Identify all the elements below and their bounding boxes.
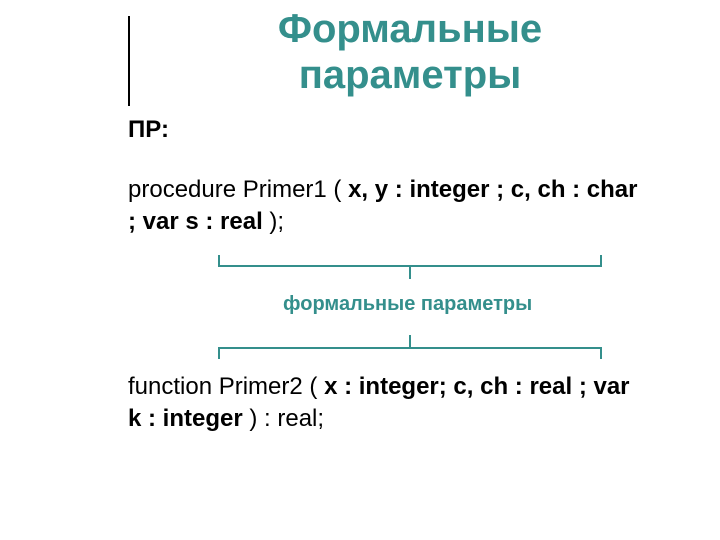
bracket-lower-stem [409, 335, 411, 349]
bracket-lower [218, 347, 602, 359]
annotation-group: формальные параметры [128, 251, 648, 371]
proc-keyword: procedure Primer1 ( [128, 176, 348, 203]
func-keyword: function Primer2 ( [128, 373, 324, 400]
bracket-upper-stem [409, 265, 411, 279]
example-label: ПР: [128, 116, 648, 144]
slide-body: ПР: procedure Primer1 ( x, y : integer ;… [128, 116, 648, 448]
slide: Формальные параметры ПР: procedure Prime… [0, 0, 720, 540]
bracket-upper [218, 255, 602, 267]
proc-tail: ); [263, 208, 284, 235]
procedure-declaration: procedure Primer1 ( x, y : integer ; c, … [128, 174, 648, 239]
function-declaration: function Primer2 ( x : integer; c, ch : … [128, 371, 648, 436]
title-line1: Формальные [278, 7, 542, 51]
vertical-rule [128, 16, 130, 106]
annotation-label: формальные параметры [283, 293, 532, 316]
title-line2: параметры [299, 53, 522, 97]
slide-title: Формальные параметры [150, 6, 670, 98]
func-tail: ) : real; [243, 405, 324, 432]
